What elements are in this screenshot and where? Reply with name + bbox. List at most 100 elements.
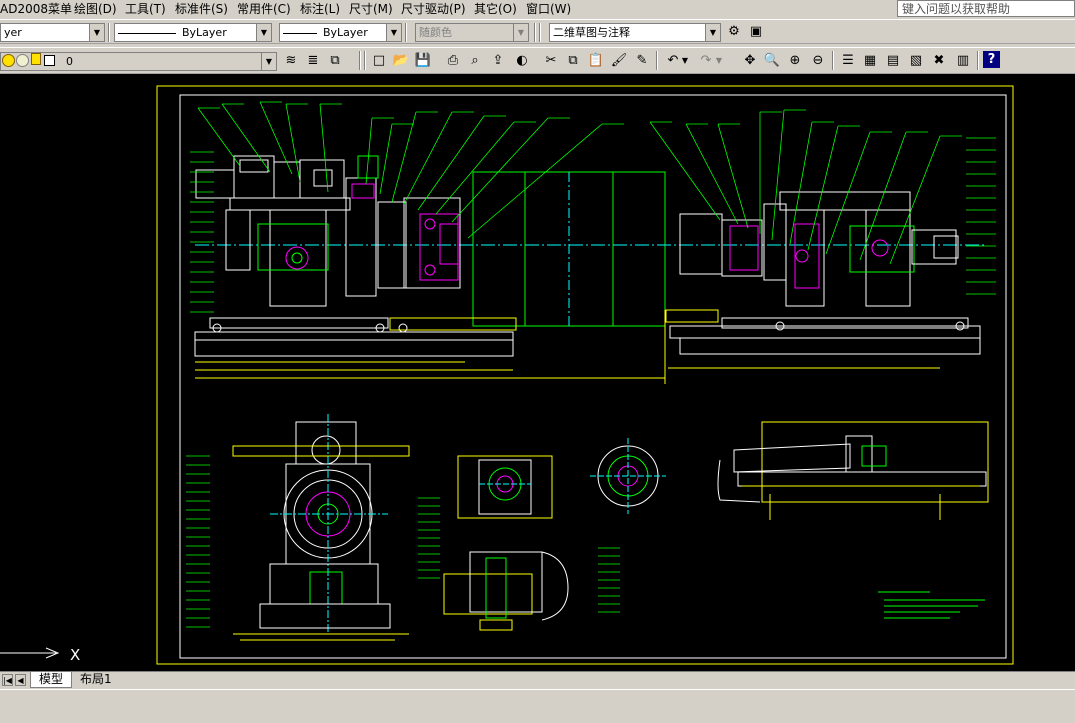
drawing-canvas[interactable]: X [0, 74, 1075, 671]
workspace-combo-value: 二维草图与注释 [553, 26, 630, 39]
tab-first-icon[interactable]: |◀ [2, 674, 13, 686]
save-icon[interactable]: 💾 [413, 51, 433, 71]
undo-dropdown-icon[interactable]: ▼ [680, 51, 690, 71]
tab-prev-icon[interactable]: ◀ [15, 674, 26, 686]
plot-preview-icon[interactable]: ⌕ [465, 51, 485, 71]
detail-flange [590, 438, 666, 514]
menu-bar: AD2008菜单 绘图(D) 工具(T) 标准件(S) 常用件(C) 标注(L)… [0, 0, 1075, 18]
zoom-previous-icon[interactable]: ⊖ [808, 51, 828, 71]
plotstyle-combo-value: 随颜色 [419, 26, 452, 39]
design-center-icon[interactable]: ▦ [860, 51, 880, 71]
menu-common-parts[interactable]: 常用件(C) [237, 1, 291, 17]
paste-icon[interactable]: 📋 [586, 51, 606, 71]
redo-icon: ↷ [700, 53, 712, 68]
layer-combo[interactable]: yer ▼ [0, 23, 105, 42]
chevron-down-icon[interactable]: ▼ [261, 53, 276, 70]
lineweight-combo[interactable]: ByLayer ▼ [279, 23, 402, 42]
plot-icon[interactable]: ⎙ [443, 51, 463, 71]
leader-line [649, 121, 721, 221]
menu-annotate[interactable]: 标注(L) [300, 1, 340, 17]
layer-state-value: 0 [66, 55, 73, 68]
toolbar-separator [108, 23, 110, 42]
copy-icon[interactable]: ⧉ [563, 51, 583, 71]
menu-other[interactable]: 其它(O) [474, 1, 517, 17]
sheet-set-icon[interactable]: ▧ [906, 51, 926, 71]
menu-standard-parts[interactable]: 标准件(S) [175, 1, 228, 17]
cad-drawing: X [0, 85, 1014, 665]
end-view-left [232, 414, 410, 641]
sheet-inner-border [179, 94, 1007, 659]
block-editor-icon[interactable]: ✎ [632, 51, 652, 71]
layout-tab-bar: |◀ ◀ ▶ 模型 布局1 [0, 671, 1075, 689]
leader-line [789, 121, 813, 245]
chevron-down-icon[interactable]: ▼ [89, 24, 104, 41]
markup-icon[interactable]: ✖ [929, 51, 949, 71]
command-area [0, 689, 1075, 723]
leader-line [403, 111, 453, 205]
layer-manager-icon[interactable]: ≋ [281, 51, 301, 71]
leader-line [379, 123, 393, 195]
menu-dimension[interactable]: 尺寸(M) [349, 1, 393, 17]
calculator-icon[interactable]: ▥ [953, 51, 973, 71]
properties-icon[interactable]: ☰ [838, 51, 858, 71]
linetype-combo[interactable]: ByLayer ▼ [114, 23, 272, 42]
zoom-window-icon[interactable]: ⊕ [785, 51, 805, 71]
leader-line [451, 117, 549, 223]
properties-toolbar: yer ▼ ByLayer ▼ ByLayer ▼ 随颜色 ▼ 二维草图与注释 … [0, 19, 1075, 44]
cut-icon[interactable]: ✂ [541, 51, 561, 71]
publish-icon[interactable]: ⇪ [488, 51, 508, 71]
main-assembly-view [194, 155, 985, 384]
leader-line [365, 117, 373, 185]
standard-toolbar: 0 ▼ ≋ ≣ ⧉ □ 📂 💾 ⎙ ⌕ ⇪ ◐ ✂ ⧉ 📋 🖌 ✎ ↶ ▼ ↷ … [0, 47, 1075, 74]
leader-line [771, 109, 785, 241]
linetype-combo-value: ByLayer [182, 26, 227, 39]
redo-dropdown-icon: ▼ [715, 56, 723, 65]
leader-line [825, 131, 871, 255]
pan-realtime-icon[interactable]: ✥ [740, 51, 760, 71]
chevron-down-icon[interactable]: ▼ [386, 24, 401, 41]
toolbar-separator [539, 23, 541, 42]
tool-palettes-icon[interactable]: ▤ [883, 51, 903, 71]
menu-ad2008[interactable]: AD2008菜单 [0, 1, 72, 17]
workspace-combo[interactable]: 二维草图与注释 ▼ [549, 23, 721, 42]
3d-dwf-icon[interactable]: ◐ [512, 51, 532, 71]
workspace-save-icon[interactable]: ▣ [746, 22, 766, 42]
toolbar-separator [977, 51, 979, 70]
tab-model[interactable]: 模型 [30, 672, 73, 688]
toolbar-separator [656, 51, 658, 70]
toolbar-separator [832, 51, 834, 70]
leader-line [717, 123, 749, 229]
toolbar-separator [405, 23, 407, 42]
zoom-realtime-icon[interactable]: 🔍 [762, 51, 782, 71]
help-search-input[interactable]: 键入问题以获取帮助 [897, 0, 1075, 17]
side-view-right [717, 421, 989, 520]
toolbar-separator [364, 51, 366, 70]
leader-line [319, 103, 329, 193]
make-layer-current-icon[interactable]: ≣ [303, 51, 323, 71]
layer-combo-value: yer [4, 26, 22, 39]
tab-layout1[interactable]: 布局1 [72, 672, 120, 687]
menu-draw[interactable]: 绘图(D) [74, 1, 117, 17]
chevron-down-icon[interactable]: ▼ [705, 24, 720, 41]
menu-window[interactable]: 窗口(W) [526, 1, 571, 17]
match-properties-icon[interactable]: 🖌 [609, 51, 629, 71]
ucs-icon [0, 647, 60, 659]
ucs-x-label: X [70, 646, 80, 664]
detail-bracket [443, 551, 569, 631]
leader-line [285, 103, 301, 183]
workspace-settings-icon[interactable]: ⚙ [724, 22, 744, 42]
menu-dimension-drive[interactable]: 尺寸驱动(P) [401, 1, 466, 17]
menu-tools[interactable]: 工具(T) [125, 1, 166, 17]
toolbar-separator [534, 23, 536, 42]
leader-line [197, 107, 241, 167]
open-icon[interactable]: 📂 [391, 51, 411, 71]
linetype-sample [118, 32, 176, 34]
chevron-down-icon[interactable]: ▼ [256, 24, 271, 41]
layer-state-combo[interactable]: 0 ▼ [0, 52, 277, 71]
new-icon[interactable]: □ [369, 51, 389, 71]
leader-line [467, 123, 603, 239]
layer-previous-icon[interactable]: ⧉ [325, 51, 345, 71]
chevron-down-icon: ▼ [513, 24, 528, 41]
detail-square [457, 455, 553, 519]
help-icon[interactable]: ? [983, 51, 1000, 68]
